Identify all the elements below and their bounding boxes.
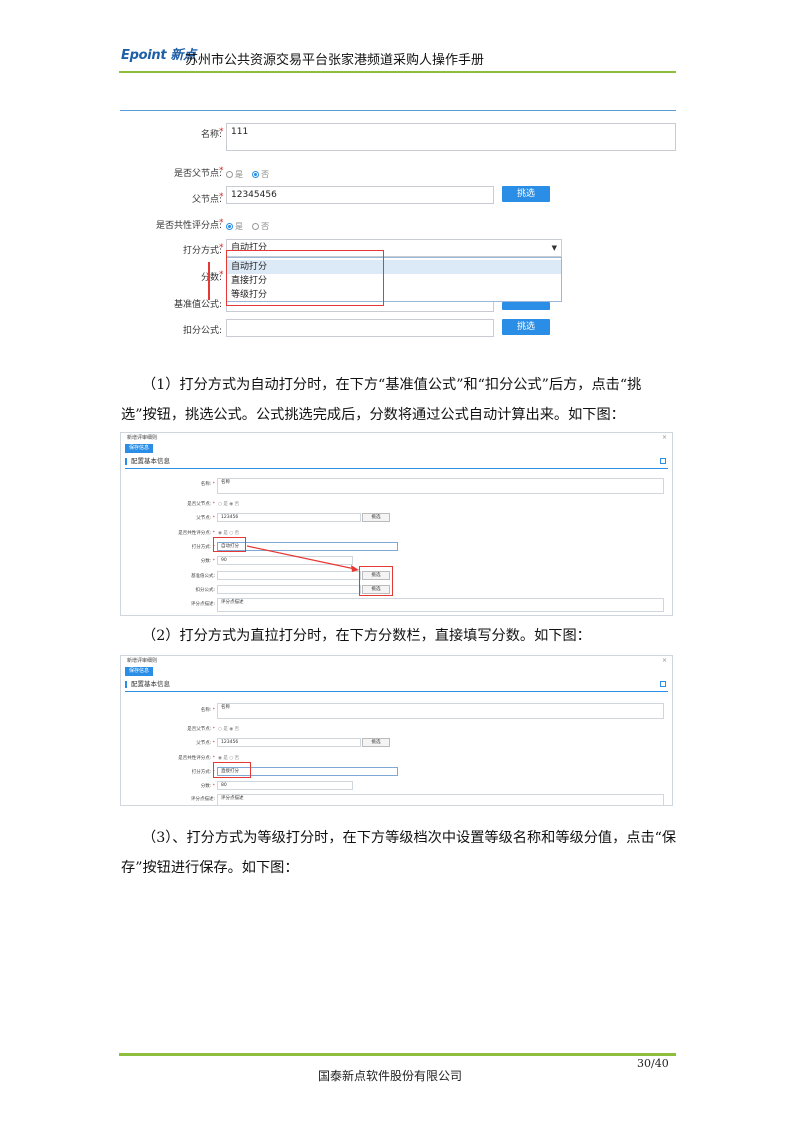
radio-label: 否	[261, 170, 270, 179]
close-icon[interactable]: ×	[662, 656, 667, 666]
name-input[interactable]: 111	[226, 123, 676, 151]
required-mark: *	[219, 270, 224, 280]
shared-point-label: 是否共性评分点: *	[178, 756, 215, 761]
description-label: 评分点描述:	[190, 797, 215, 802]
is-parent-label: 是否父节点:	[173, 169, 222, 179]
radio-label: 是	[235, 170, 243, 179]
highlight-marker	[208, 262, 210, 300]
name-input[interactable]: 名称	[217, 703, 664, 719]
paragraph-1-line-1: （1）打分方式为自动打分时，在下方“基准值公式”和“扣分公式”后方，点击“挑	[142, 377, 642, 393]
shared-yes-radio[interactable]	[226, 223, 233, 230]
radio-label: 否	[261, 222, 270, 231]
required-mark: *	[219, 218, 224, 228]
section-divider	[125, 691, 668, 692]
is-parent-label: 是否父节点: *	[187, 727, 215, 732]
base-formula-label: 基准值公式:	[173, 300, 222, 310]
highlight-box	[226, 250, 384, 306]
score-input[interactable]: 80	[217, 781, 353, 790]
chevron-down-icon: ▼	[551, 244, 557, 252]
required-mark: *	[219, 243, 224, 253]
section-marker	[125, 681, 127, 688]
shared-radio-group[interactable]: ◉ 是 ○ 否	[218, 755, 239, 761]
deduct-formula-input[interactable]	[226, 319, 494, 337]
description-input[interactable]: 评分点描述	[217, 598, 664, 612]
required-mark: *	[219, 192, 224, 202]
section-title: 配置基本信息	[131, 680, 170, 688]
description-label: 评分点描述:	[190, 602, 215, 607]
highlight-box	[213, 762, 251, 778]
is-parent-no-radio[interactable]	[252, 171, 260, 178]
score-label: 分数: *	[200, 784, 215, 789]
is-parent-yes-radio[interactable]	[226, 171, 233, 178]
screenshot-direct-scoring: 新增评审细则 × 保存信息 配置基本信息 名称: * 名称 是否父节点: * ○…	[120, 655, 673, 806]
parent-node-input[interactable]: 12345456	[226, 186, 494, 204]
pick-base-button[interactable]	[502, 302, 550, 310]
parent-node-label: 父节点:	[191, 195, 222, 205]
required-mark: *	[219, 166, 224, 176]
pick-parent-button[interactable]: 挑选	[502, 186, 550, 202]
document-title: 苏州市公共资源交易平台张家港频道采购人操作手册	[185, 53, 485, 68]
shared-no-radio[interactable]	[252, 223, 260, 230]
deduct-formula-label: 扣分公式:	[182, 326, 222, 336]
shared-radio-group: 是 否	[226, 216, 273, 235]
screenshot-auto-scoring: 新增评审细则 × 保存信息 配置基本信息 名称: * 名称 是否父节点: * ○…	[120, 432, 673, 616]
score-label: 分数:	[200, 273, 222, 283]
pick-parent-button[interactable]: 挑选	[362, 738, 390, 747]
is-parent-radio-group[interactable]: ○ 是 ◉ 否	[218, 726, 239, 732]
is-parent-radio-group: 是 否	[226, 164, 273, 183]
parent-node-input[interactable]: 123456	[217, 738, 361, 747]
paragraph-1-line-2: 选”按钮，挑选公式。公式挑选完成后，分数将通过公式自动计算出来。如下图：	[121, 407, 625, 423]
name-label: 名称: *	[200, 708, 215, 713]
shared-point-label: 是否共性评分点:	[155, 221, 222, 231]
required-mark: *	[219, 127, 224, 137]
screenshot-form-dropdown: 名称: * 111 是否父节点: * 是 否 父节点: * 12345456 挑…	[120, 106, 676, 346]
top-divider	[120, 110, 676, 111]
paragraph-3-line-1: （3）、打分方式为等级打分时，在下方等级档次中设置等级名称和等级分值，点击“保	[142, 830, 677, 846]
paragraph-3-line-2: 存”按钮进行保存。如下图：	[121, 860, 299, 876]
description-input[interactable]: 评分点描述	[217, 794, 664, 805]
page-number: 30/40	[637, 1057, 669, 1070]
company-name: 国泰新点软件股份有限公司	[318, 1069, 463, 1083]
parent-node-label: 父节点: *	[196, 741, 215, 746]
arrow-annotation	[246, 545, 359, 572]
footer-rule	[119, 1053, 676, 1056]
header-rule	[119, 71, 676, 73]
dialog-title: 新增评审细则	[127, 658, 158, 664]
pick-deduct-button[interactable]: 挑选	[502, 319, 550, 335]
collapse-icon[interactable]	[660, 681, 666, 687]
radio-label: 是	[235, 222, 243, 231]
scoring-mode-label: 打分方式: *	[191, 770, 215, 775]
save-info-button[interactable]: 保存信息	[125, 667, 153, 676]
scoring-mode-label: 打分方式:	[182, 246, 222, 256]
name-label: 名称:	[200, 130, 222, 140]
paragraph-2: （2）打分方式为直拉打分时，在下方分数栏，直接填写分数。如下图：	[142, 628, 591, 644]
